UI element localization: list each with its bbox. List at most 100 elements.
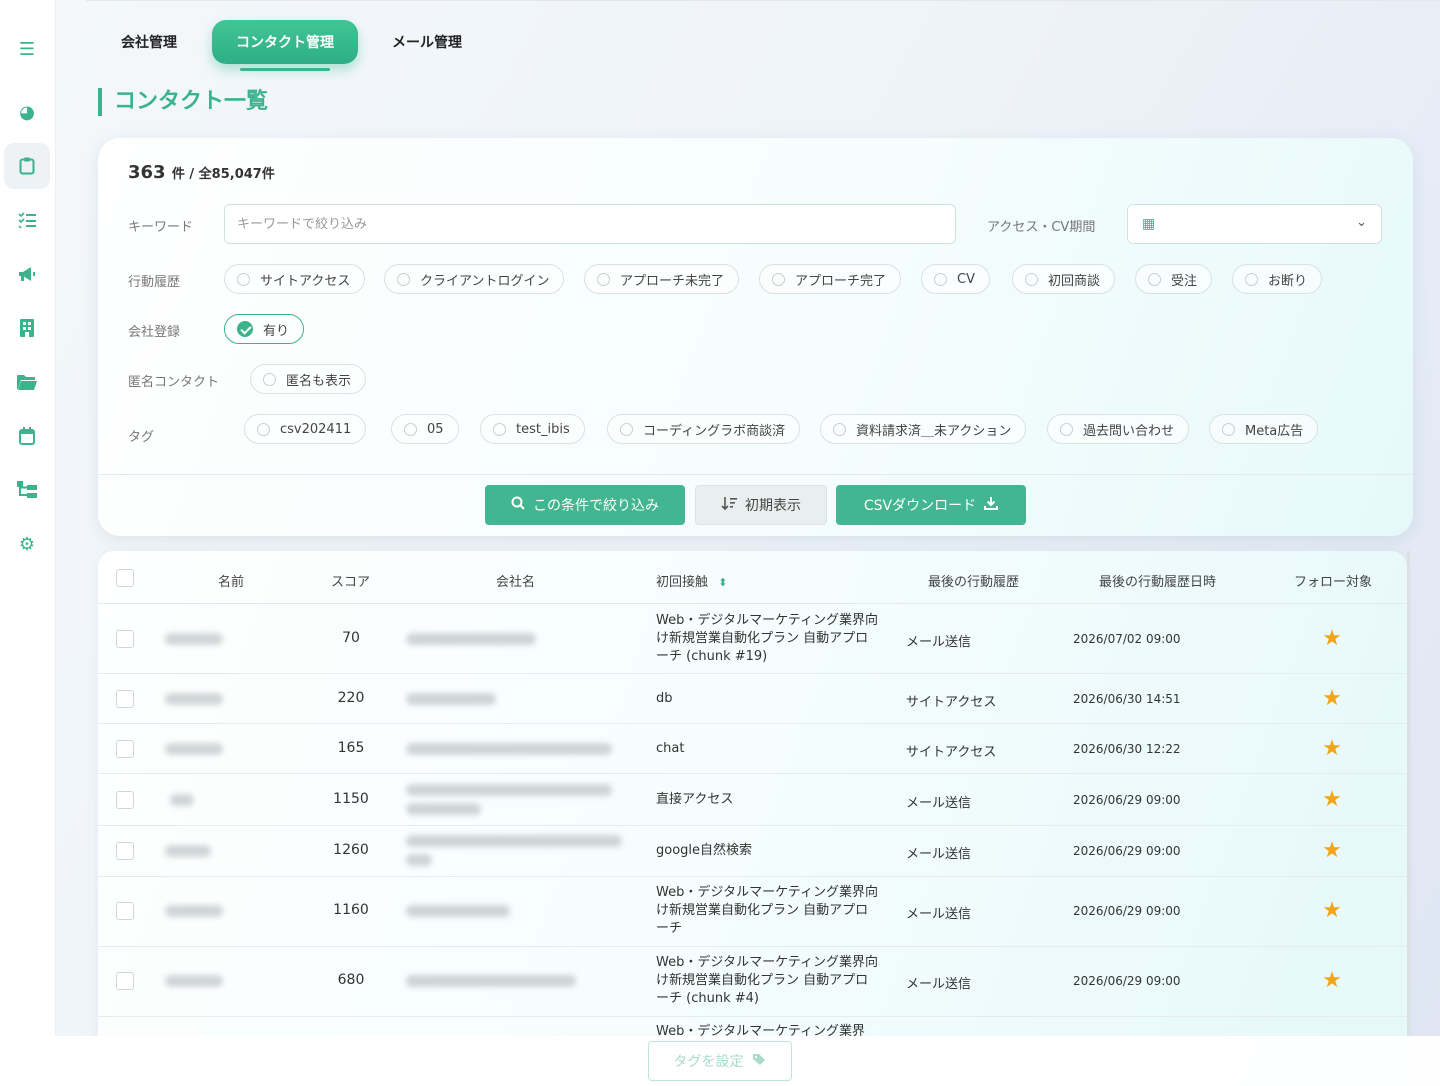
- sort-toggle-icon: ⬍: [718, 576, 728, 589]
- action-history-label: 行動履歴: [128, 275, 181, 290]
- action-chip[interactable]: 受注: [1135, 264, 1213, 294]
- header-last-action[interactable]: 最後の行動履歴: [928, 571, 1019, 590]
- sitemap-icon[interactable]: [4, 467, 50, 513]
- active-tab-indicator: [240, 68, 330, 71]
- keyword-label: キーワード: [128, 220, 194, 235]
- radio-icon: [597, 272, 610, 286]
- calendar-icon[interactable]: [4, 413, 50, 459]
- radio-icon: [404, 422, 417, 436]
- download-icon: [984, 496, 999, 514]
- tab-contact[interactable]: コンタクト管理: [212, 20, 358, 64]
- tag-chip[interactable]: Meta広告: [1209, 414, 1319, 444]
- masked-company: [406, 693, 496, 705]
- result-count: 363 件 / 全85,047件: [128, 162, 275, 183]
- chip-label: 初回商談: [1048, 273, 1101, 289]
- checklist-icon[interactable]: [4, 197, 50, 243]
- calendar-icon: ▦: [1142, 216, 1156, 232]
- set-tag-button[interactable]: タグを設定: [648, 1041, 792, 1081]
- chip-label: Meta広告: [1245, 423, 1304, 439]
- radio-icon: [1222, 422, 1235, 436]
- header-last-action-date[interactable]: 最後の行動履歴日時: [1099, 571, 1216, 590]
- row-divider: [98, 1016, 1407, 1017]
- chip-label: test_ibis: [516, 421, 570, 437]
- folder-icon[interactable]: [4, 359, 50, 405]
- row-checkbox[interactable]: [116, 740, 134, 758]
- row-last-date: 2026/06/29 09:00: [1073, 974, 1181, 988]
- tag-chip[interactable]: 05: [391, 414, 459, 444]
- keyword-input[interactable]: [224, 204, 956, 244]
- tag-chip[interactable]: 過去問い合わせ: [1047, 414, 1190, 444]
- row-checkbox[interactable]: [116, 630, 134, 648]
- masked-name: [165, 693, 223, 705]
- filter-divider: [98, 474, 1413, 475]
- header-company[interactable]: 会社名: [496, 571, 535, 590]
- star-icon[interactable]: ★: [1321, 898, 1343, 923]
- row-checkbox[interactable]: [116, 972, 134, 990]
- gear-icon[interactable]: ⚙: [4, 521, 50, 567]
- tag-chip[interactable]: test_ibis: [480, 414, 585, 444]
- row-last-date: 2026/06/30 14:51: [1073, 692, 1181, 706]
- dashboard-icon[interactable]: ◕: [4, 89, 50, 135]
- action-chip[interactable]: 初回商談: [1012, 264, 1116, 294]
- megaphone-icon[interactable]: [4, 251, 50, 297]
- star-icon[interactable]: ★: [1321, 686, 1343, 711]
- header-name[interactable]: 名前: [218, 571, 244, 590]
- row-checkbox[interactable]: [116, 791, 134, 809]
- row-checkbox[interactable]: [116, 690, 134, 708]
- masked-company: [406, 743, 612, 755]
- building-icon[interactable]: [4, 305, 50, 351]
- sort-icon: [721, 496, 737, 514]
- chip-label: サイトアクセス: [260, 273, 351, 289]
- row-first-contact: 直接アクセス: [656, 792, 734, 807]
- period-select[interactable]: ▦ ⌄: [1127, 204, 1382, 244]
- radio-icon: [1148, 272, 1161, 286]
- select-all-checkbox[interactable]: [116, 569, 134, 587]
- apply-filter-button[interactable]: この条件で絞り込み: [485, 485, 685, 525]
- row-last-action: メール送信: [906, 977, 972, 992]
- table-scrollbar[interactable]: [1407, 551, 1410, 1051]
- action-chip[interactable]: クライアントログイン: [384, 264, 565, 294]
- row-score: 1150: [333, 791, 369, 807]
- action-chip[interactable]: お断り: [1232, 264, 1323, 294]
- tag-chip[interactable]: csv202411: [244, 414, 367, 444]
- row-last-date: 2026/06/29 09:00: [1073, 844, 1181, 858]
- row-last-action: メール送信: [906, 847, 972, 862]
- row-score: 1260: [333, 842, 369, 858]
- tab-company[interactable]: 会社管理: [97, 20, 201, 64]
- menu-icon[interactable]: ☰: [4, 26, 50, 72]
- clipboard-icon[interactable]: [4, 143, 50, 189]
- reset-button[interactable]: 初期表示: [695, 485, 827, 525]
- header-follow[interactable]: フォロー対象: [1294, 571, 1372, 590]
- contact-table: 名前 スコア 会社名 初回接触 ⬍ 最後の行動履歴 最後の行動履歴日時 フォロー…: [98, 551, 1407, 1086]
- row-checkbox[interactable]: [116, 842, 134, 860]
- masked-name: [165, 905, 223, 917]
- apply-filter-label: この条件で絞り込み: [533, 498, 659, 514]
- row-divider: [98, 673, 1407, 674]
- csv-download-button[interactable]: CSVダウンロード: [836, 485, 1026, 525]
- action-chip[interactable]: アプローチ完了: [759, 264, 902, 294]
- row-first-contact: chat: [656, 741, 685, 756]
- radio-icon: [263, 372, 276, 386]
- row-divider: [98, 946, 1407, 947]
- tab-mail[interactable]: メール管理: [368, 20, 486, 64]
- tag-chip[interactable]: コーディングラボ商談済: [607, 414, 801, 444]
- row-checkbox[interactable]: [116, 902, 134, 920]
- company-registered-chip[interactable]: 有り: [224, 314, 305, 344]
- radio-icon: [620, 422, 633, 436]
- star-icon[interactable]: ★: [1321, 787, 1343, 812]
- star-icon[interactable]: ★: [1321, 736, 1343, 761]
- action-chip[interactable]: CV: [921, 264, 990, 294]
- action-chip[interactable]: アプローチ未完了: [584, 264, 740, 294]
- reset-label: 初期表示: [745, 498, 801, 514]
- star-icon[interactable]: ★: [1321, 968, 1343, 993]
- header-score[interactable]: スコア: [331, 571, 370, 590]
- chip-label: 資料請求済＿未アクション: [856, 423, 1012, 439]
- star-icon[interactable]: ★: [1321, 626, 1343, 651]
- radio-icon: [493, 422, 506, 436]
- star-icon[interactable]: ★: [1321, 838, 1343, 863]
- tag-chip[interactable]: 資料請求済＿未アクション: [820, 414, 1027, 444]
- show-anonymous-chip[interactable]: 匿名も表示: [250, 364, 367, 394]
- action-chip[interactable]: サイトアクセス: [224, 264, 366, 294]
- header-first-contact[interactable]: 初回接触 ⬍: [656, 571, 727, 590]
- company-registration-label: 会社登録: [128, 325, 181, 340]
